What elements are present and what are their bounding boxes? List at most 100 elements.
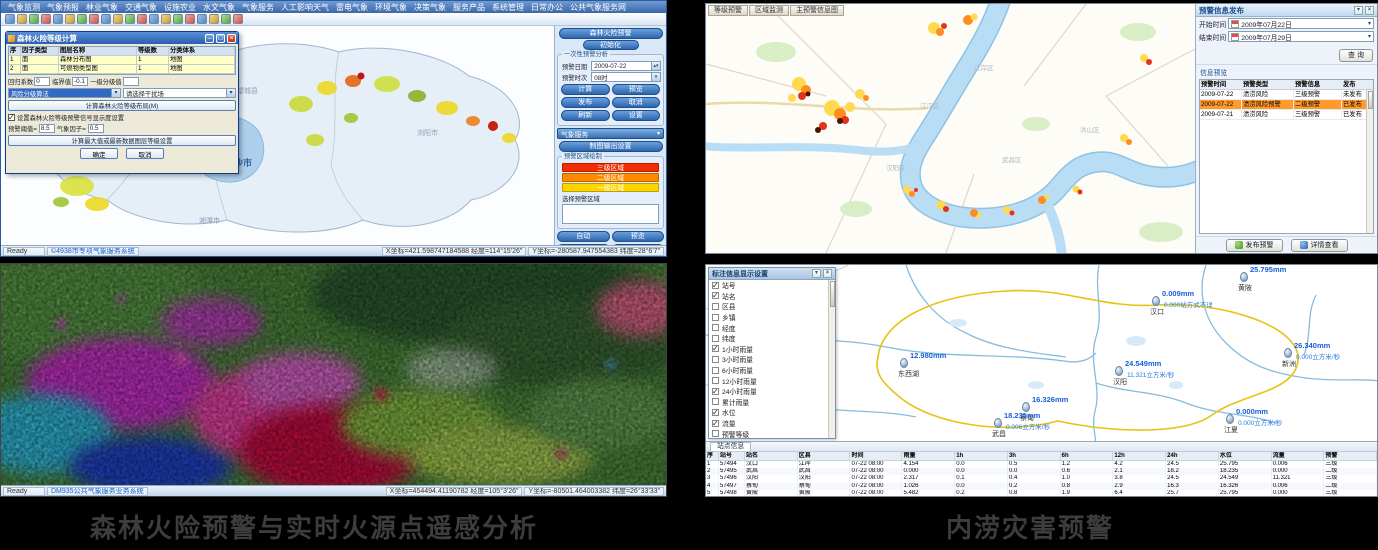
field-input[interactable]: 0 bbox=[34, 77, 50, 86]
query-button[interactable]: 查 询 bbox=[1339, 49, 1373, 62]
action-button[interactable]: 发布 bbox=[561, 97, 610, 108]
algorithm-combobox[interactable]: 风险分级算法▾ bbox=[8, 88, 121, 98]
menu-item[interactable]: 人工影响天气 bbox=[278, 2, 332, 13]
warning-date-input[interactable]: 2009-07-22▴▾ bbox=[591, 61, 661, 71]
label-option[interactable]: 1小时雨量 bbox=[709, 344, 828, 355]
action-button[interactable]: 预览 bbox=[612, 84, 661, 95]
station-map[interactable]: 25.795mm 黄陂 0.009mm 汉口 0.000站方式不详 26.340… bbox=[706, 265, 1378, 443]
toolbar-icon[interactable] bbox=[53, 14, 63, 24]
label-option[interactable]: 预警等级 bbox=[709, 428, 828, 438]
maximize-icon[interactable]: □ bbox=[216, 34, 225, 43]
toolbar-icon[interactable] bbox=[161, 14, 171, 24]
menu-item[interactable]: 气象预报 bbox=[44, 2, 82, 13]
menu-item[interactable]: 公共气象服务网 bbox=[567, 2, 629, 13]
panel-bottom-button[interactable]: 预览 bbox=[612, 231, 665, 242]
station-table-row[interactable]: 157494汉口江岸07-22 08:004.1540.00.51.24.224… bbox=[706, 461, 1377, 468]
station-table-header[interactable]: 雨量 bbox=[902, 452, 955, 460]
threshold-input[interactable]: 8.5 bbox=[39, 124, 55, 133]
interference-combobox[interactable]: 请选择干扰场▾ bbox=[123, 88, 236, 98]
checkbox[interactable] bbox=[712, 356, 719, 363]
menu-item[interactable]: 气象监测 bbox=[5, 2, 43, 13]
station-table-header[interactable]: 3h bbox=[1008, 452, 1061, 460]
label-option[interactable]: 纬度 bbox=[709, 333, 828, 344]
scrollbar-thumb[interactable] bbox=[1368, 91, 1373, 109]
station-table-header[interactable]: 24h bbox=[1166, 452, 1219, 460]
panel-bottom-button[interactable]: 自动 bbox=[557, 231, 610, 242]
toolbar-icon[interactable] bbox=[137, 14, 147, 24]
label-option[interactable]: 经度 bbox=[709, 322, 828, 333]
checkbox[interactable] bbox=[712, 292, 719, 299]
cancel-button[interactable]: 取消 bbox=[126, 148, 164, 159]
toolbar-icon[interactable] bbox=[77, 14, 87, 24]
label-option[interactable]: 6小时雨量 bbox=[709, 365, 828, 376]
warning-time-select[interactable]: 08时▾ bbox=[591, 72, 661, 82]
menu-item[interactable]: 设施农业 bbox=[161, 2, 199, 13]
station-table-header[interactable]: 区县 bbox=[798, 452, 851, 460]
map-tab[interactable]: 区域监测 bbox=[749, 5, 789, 16]
checkbox[interactable] bbox=[712, 303, 719, 310]
fire-risk-map[interactable]: 长沙市宁乡县望城县浏阳市湘潭市 森林火险等级计算 – □ × 序因子类型图层名称… bbox=[1, 26, 555, 247]
table-scrollbar[interactable] bbox=[1366, 90, 1373, 233]
label-option[interactable]: 12小时雨量 bbox=[709, 375, 828, 386]
warning-table-header[interactable]: 预警时间 bbox=[1200, 80, 1242, 89]
toolbar-icon[interactable] bbox=[125, 14, 135, 24]
checkbox[interactable] bbox=[712, 282, 719, 289]
minimize-icon[interactable]: – bbox=[205, 34, 214, 43]
toolbar-icon[interactable] bbox=[29, 14, 39, 24]
label-option[interactable]: 水位 bbox=[709, 407, 828, 418]
warning-level-row[interactable]: 二级区域 bbox=[562, 173, 659, 182]
station-table-header[interactable]: 序 bbox=[706, 452, 719, 460]
station-table-row[interactable]: 257495武昌武昌07-22 08:000.0000.00.00.62.118… bbox=[706, 468, 1377, 475]
station-table-header[interactable]: 水位 bbox=[1219, 452, 1272, 460]
scrollbar-thumb[interactable] bbox=[830, 281, 835, 307]
label-option[interactable]: 流量 bbox=[709, 418, 828, 429]
warning-level-row[interactable]: 一级区域 bbox=[562, 183, 659, 192]
menu-item[interactable]: 环境气象 bbox=[372, 2, 410, 13]
collapse-icon[interactable]: ▾ bbox=[1354, 6, 1363, 15]
station-table-header[interactable]: 站名 bbox=[745, 452, 798, 460]
action-button[interactable]: 刷新 bbox=[561, 110, 610, 121]
checkbox[interactable] bbox=[712, 314, 719, 321]
grid-row[interactable]: 2面可燃物类型图1地图 bbox=[9, 65, 235, 74]
panel-scrollbar[interactable] bbox=[828, 280, 835, 438]
end-date-picker[interactable]: 2009年07月29日▾ bbox=[1228, 31, 1374, 42]
map-tab[interactable]: 主预警信息图 bbox=[790, 5, 844, 16]
field-input[interactable] bbox=[123, 77, 139, 86]
station-table-header[interactable]: 1h bbox=[955, 452, 1008, 460]
close-icon[interactable]: × bbox=[1365, 6, 1374, 15]
station-table-header[interactable]: 流量 bbox=[1272, 452, 1325, 460]
spinner-icon[interactable]: ▴▾ bbox=[651, 62, 660, 70]
checkbox[interactable] bbox=[712, 420, 719, 427]
station-table-header[interactable]: 6h bbox=[1061, 452, 1114, 460]
ok-button[interactable]: 确定 bbox=[80, 148, 118, 159]
label-option[interactable]: 区县 bbox=[709, 301, 828, 312]
toolbar-icon[interactable] bbox=[89, 14, 99, 24]
toolbar-icon[interactable] bbox=[173, 14, 183, 24]
label-option[interactable]: 累计雨量 bbox=[709, 397, 828, 408]
toolbar-icon[interactable] bbox=[101, 14, 111, 24]
satellite-image[interactable] bbox=[1, 264, 667, 486]
checkbox[interactable] bbox=[712, 377, 719, 384]
warning-level-row[interactable]: 三级区域 bbox=[562, 163, 659, 172]
action-button[interactable]: 取消 bbox=[612, 97, 661, 108]
toolbar-icon[interactable] bbox=[17, 14, 27, 24]
warning-table-row[interactable]: 2009-07-21渍涝风险三级预警已发布 bbox=[1200, 110, 1373, 120]
publish-button[interactable]: 发布预警 bbox=[1226, 239, 1283, 252]
toolbar-icon[interactable] bbox=[5, 14, 15, 24]
checkbox[interactable] bbox=[8, 114, 15, 121]
menu-item[interactable]: 水文气象 bbox=[200, 2, 238, 13]
station-table-header[interactable]: 时间 bbox=[850, 452, 902, 460]
checkbox[interactable] bbox=[712, 388, 719, 395]
checkbox[interactable] bbox=[712, 345, 719, 352]
station-table-tab[interactable]: 站点信息 bbox=[710, 442, 751, 451]
station-table-header[interactable]: 12h bbox=[1113, 452, 1166, 460]
warning-table-row[interactable]: 2009-07-22渍涝风险预警二级预警已发布 bbox=[1200, 100, 1373, 110]
menu-item[interactable]: 交通气象 bbox=[122, 2, 160, 13]
toolbar-icon[interactable] bbox=[185, 14, 195, 24]
checkbox[interactable] bbox=[712, 398, 719, 405]
checkbox[interactable] bbox=[712, 367, 719, 374]
menu-item[interactable]: 林业气象 bbox=[83, 2, 121, 13]
warning-table-header[interactable]: 预警信息 bbox=[1294, 80, 1342, 89]
risk-map[interactable]: 江岸区江汉区汉阳区武昌区洪山区 等级预警区域监测主预警信息图 bbox=[706, 4, 1197, 253]
status-system-link[interactable]: DM935公共气象服务业务系统 bbox=[47, 487, 148, 496]
